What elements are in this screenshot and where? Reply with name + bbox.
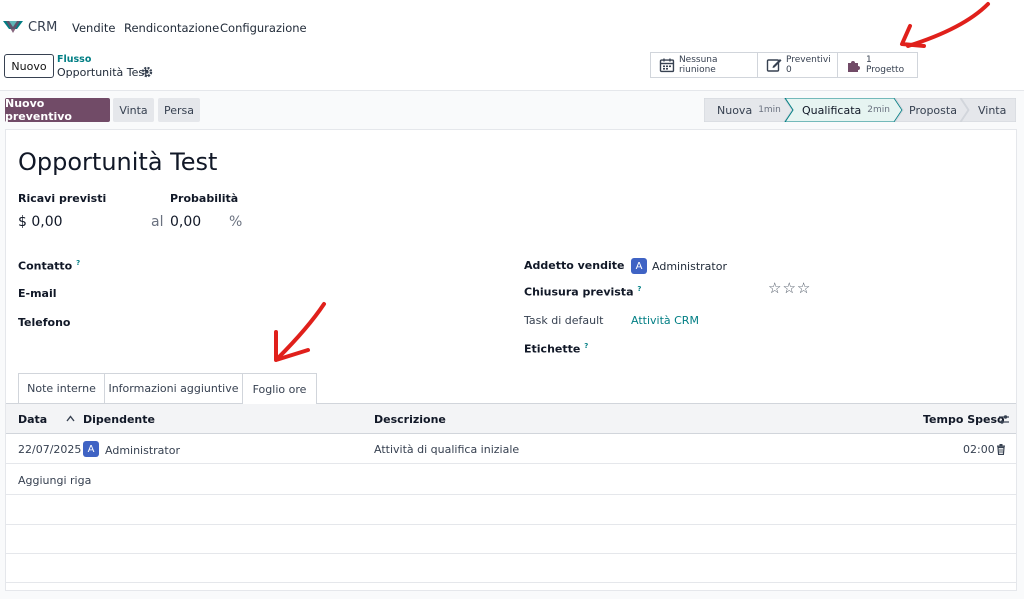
avatar: A (83, 441, 99, 457)
help-tooltip[interactable]: ? (76, 259, 80, 267)
menu-configurazione[interactable]: Configurazione (220, 21, 307, 35)
expected-revenue-field[interactable]: $ 0,00 (18, 214, 63, 230)
row-date[interactable]: 22/07/2025 (18, 443, 81, 456)
avatar: A (631, 258, 647, 274)
breadcrumb-current: Opportunità Test (57, 66, 149, 79)
action-status-row: Nuovo preventivo Vinta Persa Nuova 1min Q… (0, 91, 1024, 129)
stage-label: Proposta (909, 103, 957, 117)
tags-label-text: Etichette (524, 342, 581, 356)
column-date[interactable]: Data (18, 413, 47, 426)
calendar-icon (659, 58, 675, 73)
stage-duration: 1min (758, 105, 781, 115)
stage-proposta[interactable]: Proposta (909, 98, 957, 122)
timesheet-header: Data Dipendente Descrizione Tempo Speso (6, 404, 1016, 434)
stage-duration: 2min (867, 105, 890, 115)
default-task-field[interactable]: Attività CRM (631, 314, 699, 327)
empty-row (6, 495, 1016, 525)
tab-internal-notes[interactable]: Note interne (18, 373, 105, 403)
stage-label: Vinta (978, 103, 1007, 117)
help-tooltip[interactable]: ? (584, 342, 588, 350)
probability-label: Probabilità (170, 192, 239, 205)
percent-sign: % (229, 214, 243, 230)
stage-label: Qualificata (802, 103, 862, 117)
expected-closing-label-text: Chiusura prevista (524, 285, 634, 299)
gear-icon[interactable] (141, 66, 153, 78)
salesperson-label: Addetto vendite (524, 259, 625, 272)
empty-row (6, 524, 1016, 554)
empty-row (6, 553, 1016, 583)
stage-qualificata[interactable]: Qualificata 2min (802, 98, 890, 122)
default-task-label: Task di default (524, 314, 604, 327)
control-panel: Nuovo Flusso Opportunità Test Nessuna ri… (0, 46, 1024, 91)
tags-label: Etichette ? (524, 342, 588, 356)
column-settings-icon[interactable] (998, 414, 1010, 425)
menu-vendite[interactable]: Vendite (72, 21, 115, 35)
lost-button[interactable]: Persa (158, 98, 200, 122)
row-employee[interactable]: Administrator (105, 444, 180, 457)
quotes-label: Preventivi (786, 55, 831, 65)
probability-field[interactable]: 0,00 (170, 214, 201, 230)
column-employee[interactable]: Dipendente (83, 413, 155, 426)
tab-extra-info[interactable]: Informazioni aggiuntive (104, 373, 243, 403)
breadcrumb-parent[interactable]: Flusso (57, 54, 91, 65)
help-tooltip[interactable]: ? (637, 285, 641, 293)
quotes-smart-button[interactable]: Preventivi 0 (758, 52, 838, 78)
form-sheet: Opportunità Test Ricavi previsti $ 0,00 … (5, 129, 1017, 591)
table-row[interactable]: Aggiungi riga (6, 465, 1016, 495)
puzzle-icon (848, 61, 860, 72)
meetings-smart-button[interactable]: Nessuna riunione (650, 52, 758, 78)
row-time[interactable]: 02:00 (963, 443, 995, 456)
new-quote-button[interactable]: Nuovo preventivo (5, 97, 110, 123)
tab-timesheet[interactable]: Foglio ore (242, 373, 317, 404)
opportunity-title[interactable]: Opportunità Test (18, 148, 217, 176)
column-description[interactable]: Descrizione (374, 413, 446, 426)
new-button[interactable]: Nuovo (4, 54, 54, 78)
crm-app-icon[interactable] (2, 17, 24, 37)
menu-rendicontazione[interactable]: Rendicontazione (124, 21, 219, 35)
table-row[interactable]: 22/07/2025 A Administrator Attività di q… (6, 434, 1016, 464)
expected-closing-label: Chiusura prevista ? (524, 285, 641, 299)
contact-label: Contatto ? (18, 259, 80, 273)
sort-up-icon[interactable] (66, 415, 75, 422)
column-time-spent[interactable]: Tempo Speso (923, 413, 1005, 426)
salesperson-field[interactable]: Administrator (652, 260, 727, 273)
app-name[interactable]: CRM (28, 20, 57, 35)
project-label: Progetto (866, 65, 905, 75)
row-description[interactable]: Attività di qualifica iniziale (374, 443, 519, 456)
email-label: E-mail (18, 287, 57, 300)
stage-statusbar: Nuova 1min Qualificata 2min Proposta Vinta (704, 98, 1016, 122)
stage-label: Nuova (717, 103, 753, 117)
annotation-arrow-icon (900, 2, 990, 48)
priority-stars[interactable]: ☆☆☆ (768, 279, 811, 297)
quotes-count: 0 (786, 65, 792, 75)
annotation-arrow-icon (274, 302, 326, 362)
pencil-square-icon (766, 59, 782, 72)
expected-revenue-label: Ricavi previsti (18, 192, 107, 205)
contact-label-text: Contatto (18, 259, 73, 273)
phone-label: Telefono (18, 316, 71, 329)
trash-icon[interactable] (996, 444, 1006, 455)
add-line-link[interactable]: Aggiungi riga (18, 474, 91, 487)
won-button[interactable]: Vinta (113, 98, 154, 122)
at-label: al (151, 214, 164, 230)
meetings-label: Nessuna riunione (678, 55, 718, 75)
top-navbar: CRM Vendite Rendicontazione Configurazio… (0, 0, 1024, 46)
stage-vinta[interactable]: Vinta (978, 98, 1006, 122)
stage-nuova[interactable]: Nuova 1min (717, 98, 781, 122)
